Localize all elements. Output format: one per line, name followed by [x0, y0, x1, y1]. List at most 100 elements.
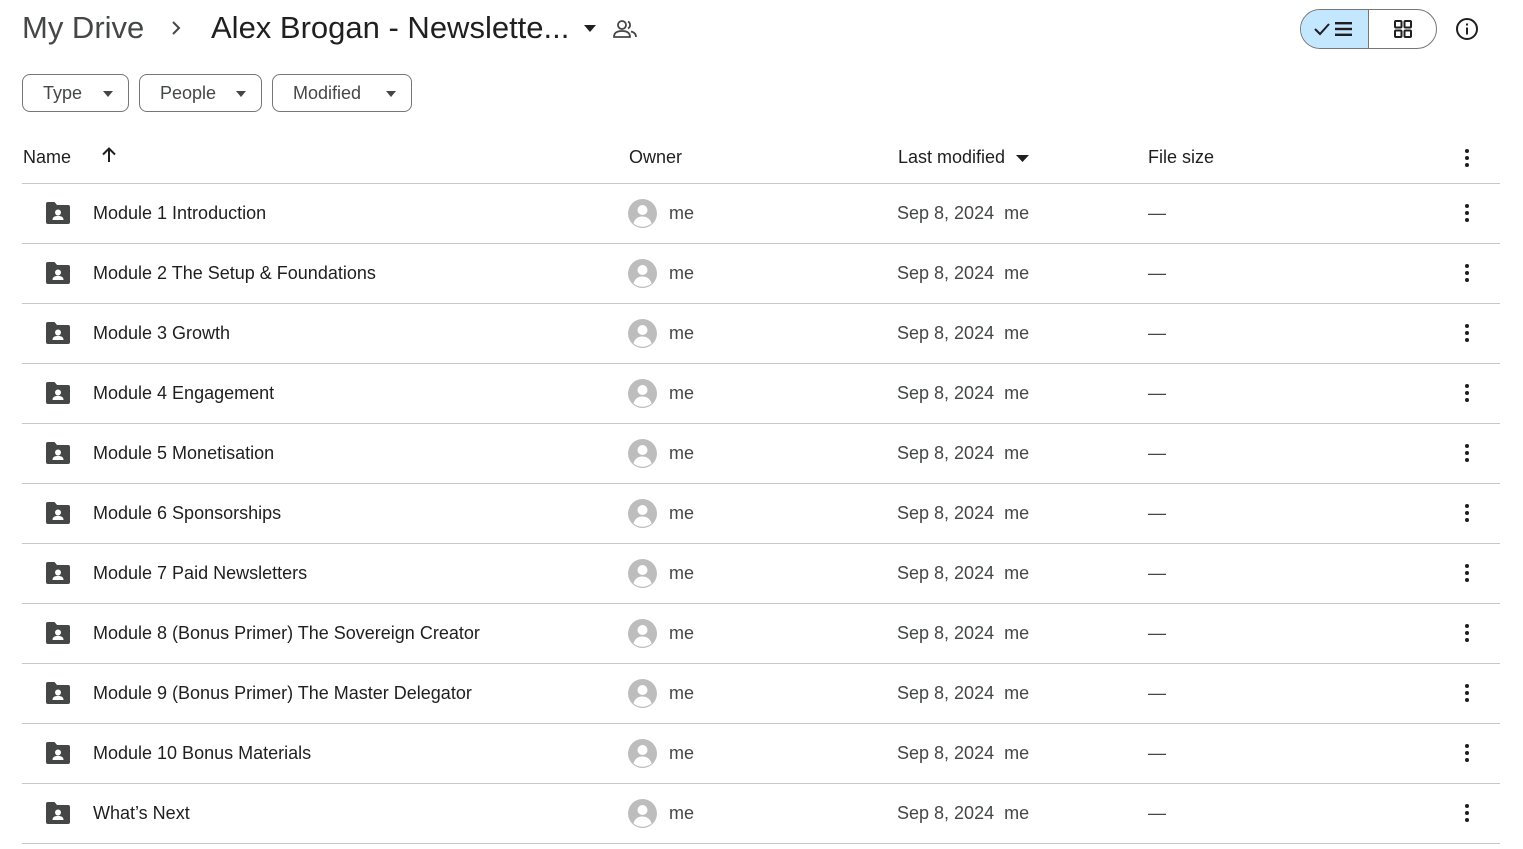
modified-date: Sep 8, 2024 [897, 743, 995, 763]
grid-view-button[interactable] [1369, 10, 1436, 48]
file-name: Module 4 Engagement [93, 383, 275, 403]
table-row[interactable]: Module 2 The Setup & Foundations me Sep … [22, 244, 1500, 304]
type-filter-chip[interactable]: Type [22, 74, 129, 112]
file-name: Module 6 Sponsorships [93, 503, 282, 523]
modified-date: Sep 8, 2024 [897, 323, 995, 343]
modified-date: Sep 8, 2024 [897, 803, 995, 823]
column-header-file-size: File size [1148, 147, 1215, 167]
list-view-button[interactable] [1301, 10, 1369, 48]
table-row[interactable]: Module 1 Introduction me Sep 8, 2024 me … [22, 184, 1500, 244]
shared-folder-icon [46, 622, 70, 644]
file-size: — [1148, 263, 1166, 283]
people-filter-chip[interactable]: People [139, 74, 262, 112]
owner-name: me [669, 803, 695, 823]
file-name: What’s Next [93, 803, 190, 823]
people-icon[interactable] [612, 17, 638, 41]
caret-down-icon[interactable] [1016, 155, 1029, 162]
file-size: — [1148, 203, 1166, 223]
modified-date: Sep 8, 2024 [897, 683, 995, 703]
modified-by: me [1004, 383, 1030, 403]
people-filter-label: People [160, 82, 217, 103]
last-modified: Sep 8, 2024 me [897, 263, 1029, 284]
type-filter-label: Type [43, 82, 83, 103]
view-toggle [1300, 9, 1437, 49]
modified-by: me [1004, 623, 1030, 643]
last-modified: Sep 8, 2024 me [897, 623, 1029, 644]
column-header-last-modified[interactable]: Last modified [898, 147, 1005, 168]
file-name: Module 7 Paid Newsletters [93, 563, 308, 583]
last-modified: Sep 8, 2024 me [897, 203, 1029, 224]
table-row[interactable]: Module 9 (Bonus Primer) The Master Deleg… [22, 664, 1500, 724]
more-vert-icon[interactable] [1456, 561, 1478, 585]
owner-name: me [669, 623, 695, 643]
table-row[interactable]: What’s Next me Sep 8, 2024 me — [22, 784, 1500, 844]
modified-by: me [1004, 803, 1030, 823]
person-avatar-icon [628, 679, 657, 708]
modified-date: Sep 8, 2024 [897, 383, 995, 403]
file-name: Module 3 Growth [93, 323, 231, 343]
column-header-name[interactable]: Name [23, 147, 71, 168]
more-vert-icon[interactable] [1456, 201, 1478, 225]
table-row[interactable]: Module 5 Monetisation me Sep 8, 2024 me … [22, 424, 1500, 484]
caret-down-icon [236, 91, 246, 97]
person-avatar-icon [628, 259, 657, 288]
person-avatar-icon [628, 619, 657, 648]
modified-date: Sep 8, 2024 [897, 503, 995, 523]
info-icon[interactable] [1455, 17, 1479, 41]
person-avatar-icon [628, 439, 657, 468]
more-vert-icon[interactable] [1456, 801, 1478, 825]
table-row[interactable]: Module 10 Bonus Materials me Sep 8, 2024… [22, 724, 1500, 784]
shared-folder-icon [46, 382, 70, 404]
last-modified: Sep 8, 2024 me [897, 443, 1029, 464]
breadcrumb-current-folder[interactable]: Alex Brogan - Newslette... [200, 8, 607, 48]
file-size: — [1148, 743, 1166, 763]
owner-name: me [669, 743, 695, 763]
person-avatar-icon [628, 319, 657, 348]
modified-filter-label: Modified [293, 82, 362, 103]
person-avatar-icon [628, 559, 657, 588]
last-modified: Sep 8, 2024 me [897, 743, 1029, 764]
more-vert-icon[interactable] [1456, 441, 1478, 465]
chevron-right-icon [172, 21, 181, 35]
modified-date: Sep 8, 2024 [897, 623, 995, 643]
owner-name: me [669, 443, 695, 463]
owner-name: me [669, 383, 695, 403]
file-size: — [1148, 563, 1166, 583]
shared-folder-icon [46, 682, 70, 704]
owner-name: me [669, 563, 695, 583]
modified-by: me [1004, 203, 1030, 223]
person-avatar-icon [628, 379, 657, 408]
more-vert-icon[interactable] [1456, 681, 1478, 705]
last-modified: Sep 8, 2024 me [897, 323, 1029, 344]
arrow-up-icon[interactable] [99, 145, 119, 165]
modified-by: me [1004, 503, 1030, 523]
more-vert-icon[interactable] [1456, 321, 1478, 345]
more-vert-icon[interactable] [1456, 621, 1478, 645]
modified-filter-chip[interactable]: Modified [272, 74, 412, 112]
last-modified: Sep 8, 2024 me [897, 563, 1029, 584]
table-row[interactable]: Module 4 Engagement me Sep 8, 2024 me — [22, 364, 1500, 424]
more-vert-icon[interactable] [1456, 741, 1478, 765]
table-row[interactable]: Module 7 Paid Newsletters me Sep 8, 2024… [22, 544, 1500, 604]
file-size: — [1148, 683, 1166, 703]
more-vert-icon[interactable] [1456, 501, 1478, 525]
owner-name: me [669, 503, 695, 523]
more-vert-icon[interactable] [1456, 146, 1478, 170]
person-avatar-icon [628, 499, 657, 528]
more-vert-icon[interactable] [1456, 381, 1478, 405]
table-header: Name Owner Last modified File size [22, 132, 1500, 184]
breadcrumb-my-drive[interactable]: My Drive [22, 8, 144, 48]
modified-by: me [1004, 563, 1030, 583]
person-avatar-icon [628, 199, 657, 228]
check-list-icon [1313, 22, 1352, 36]
more-vert-icon[interactable] [1456, 261, 1478, 285]
table-row[interactable]: Module 8 (Bonus Primer) The Sovereign Cr… [22, 604, 1500, 664]
grid-icon [1393, 20, 1412, 38]
person-avatar-icon [628, 799, 657, 828]
owner-name: me [669, 263, 695, 283]
shared-folder-icon [46, 802, 70, 824]
modified-date: Sep 8, 2024 [897, 263, 995, 283]
table-row[interactable]: Module 6 Sponsorships me Sep 8, 2024 me … [22, 484, 1500, 544]
table-row[interactable]: Module 3 Growth me Sep 8, 2024 me — [22, 304, 1500, 364]
shared-folder-icon [46, 322, 70, 344]
